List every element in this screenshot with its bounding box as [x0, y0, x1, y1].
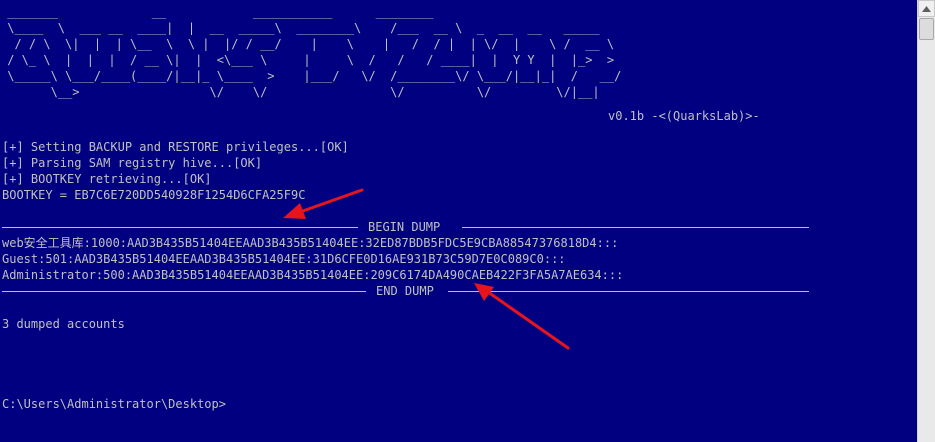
account-row-web: web安全工具库:1000:AAD3B435B51404EEAAD3B435B5… [2, 236, 619, 250]
summary-line: 3 dumped accounts [2, 317, 125, 331]
command-prompt[interactable]: C:\Users\Administrator\Desktop> [2, 396, 226, 412]
account-row-administrator: Administrator:500:AAD3B435B51404EEAAD3B4… [2, 268, 624, 282]
version-label: v0.1b -<(QuarksLab)>- [608, 109, 760, 123]
begin-dump-divider: BEGIN DUMP [2, 219, 809, 235]
status-line-privileges: [+] Setting BACKUP and RESTORE privilege… [2, 140, 349, 154]
scroll-up-button[interactable] [918, 0, 935, 17]
divider-left-line [2, 291, 366, 292]
status-line-sam: [+] Parsing SAM registry hive...[OK] [2, 156, 263, 170]
end-dump-label: END DUMP [376, 284, 434, 298]
triangle-up-icon [922, 5, 931, 12]
bootkey-value: BOOTKEY = EB7C6E720DD540928F1254D6CFA25F… [2, 188, 306, 202]
divider-right-line [462, 227, 809, 228]
scroll-thumb[interactable] [919, 18, 934, 40]
vertical-scrollbar[interactable] [917, 0, 935, 442]
ascii-art-banner: _______ __ ___________ ________ \____ \ … [7, 5, 622, 99]
status-line-bootkey: [+] BOOTKEY retrieving...[OK] [2, 172, 212, 186]
account-row-guest: Guest:501:AAD3B435B51404EEAAD3B435B51404… [2, 252, 566, 266]
divider-left-line [2, 227, 358, 228]
divider-right-line [448, 291, 809, 292]
console-window[interactable]: _______ __ ___________ ________ \____ \ … [0, 0, 917, 442]
end-dump-divider: END DUMP [2, 283, 809, 299]
begin-dump-label: BEGIN DUMP [368, 220, 441, 234]
